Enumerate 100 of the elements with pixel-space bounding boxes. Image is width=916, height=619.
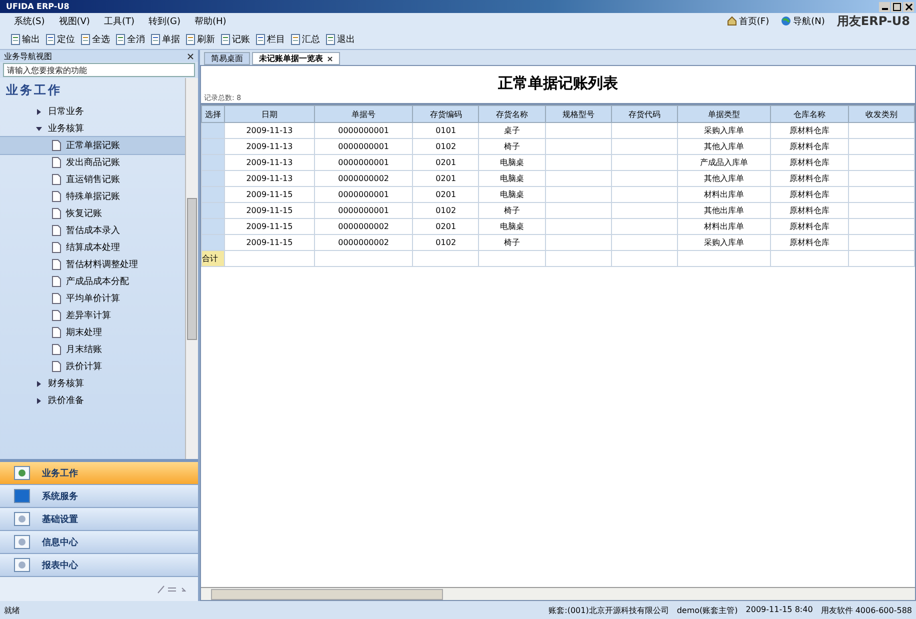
tree-item[interactable]: 日常业务 [0,103,185,120]
table-cell: 2009-11-13 [224,122,314,138]
table-cell: 材料出库单 [678,186,771,202]
module-icon [14,558,30,572]
nav-button[interactable]: 业务工作 [0,462,198,485]
nav-button[interactable]: 基础设置 [0,508,198,531]
tree-item[interactable]: 跌价计算 [0,358,185,375]
column-header[interactable]: 仓库名称 [770,106,848,122]
table-cell: 2009-11-15 [224,202,314,218]
tab[interactable]: 简易桌面 [204,52,250,65]
scrollbar[interactable] [185,78,198,459]
column-header[interactable]: 存货名称 [478,106,546,122]
tree-item[interactable]: 特殊单据记账 [0,188,185,205]
tree-item[interactable]: 财务核算 [0,375,185,392]
tree-item[interactable]: 暂估材料调整处理 [0,256,185,273]
document-icon [115,34,126,44]
column-header[interactable]: 存货编码 [412,106,479,122]
nav-button[interactable]: 信息中心 [0,531,198,554]
menu-item[interactable]: 系统(S) [14,14,45,28]
document-icon [52,276,61,287]
table-cell: 其他出库单 [678,202,771,218]
select-cell[interactable] [202,138,224,154]
document-icon [52,225,61,236]
document-icon [52,344,61,355]
configure-icon[interactable] [156,584,186,594]
table-cell: 2009-11-15 [224,186,314,202]
close-button[interactable] [903,2,914,12]
menu-item[interactable]: 帮助(H) [194,14,226,28]
toolbar-button[interactable]: 单据 [150,32,180,46]
navigation-link[interactable]: 导航(N) [781,14,825,28]
select-cell[interactable] [202,186,224,202]
document-icon [325,34,336,44]
search-field[interactable]: 请输入您要搜索的功能 [3,63,195,77]
table-cell: 原材料仓库 [770,202,848,218]
table-cell: 原材料仓库 [770,138,848,154]
select-cell[interactable] [202,218,224,234]
document-icon [80,34,91,44]
table-cell: 0201 [412,154,479,170]
tab[interactable]: 未记账单据一览表 [252,52,340,65]
tree-item[interactable]: 差异率计算 [0,307,185,324]
tree-item[interactable]: 产成品成本分配 [0,273,185,290]
toolbar-button[interactable]: 汇总 [290,32,320,46]
column-header[interactable]: 单据号 [314,106,413,122]
module-icon [14,466,30,480]
table-cell: 0000000002 [314,218,413,234]
menu-item[interactable]: 转到(G) [148,14,180,28]
tree-item[interactable]: 发出商品记账 [0,154,185,171]
toolbar-button[interactable]: 定位 [45,32,75,46]
tree-item[interactable]: 直运销售记账 [0,171,185,188]
toolbar-button[interactable]: 全选 [80,32,110,46]
tree-item[interactable]: 月末结账 [0,341,185,358]
column-header[interactable]: 存货代码 [612,106,678,122]
toolbar-button[interactable]: 记账 [220,32,250,46]
table-cell: 0000000001 [314,202,413,218]
toolbar-button[interactable]: 输出 [10,32,40,46]
select-cell[interactable] [202,234,224,250]
column-header[interactable]: 日期 [224,106,314,122]
table-cell: 桌子 [478,122,546,138]
close-icon[interactable] [187,52,194,60]
toolbar-button[interactable]: 刷新 [185,32,215,46]
document-icon [52,157,61,168]
close-icon[interactable] [327,56,333,62]
table-cell: 采购入库单 [678,234,771,250]
select-cell[interactable] [202,202,224,218]
maximize-icon [892,2,900,10]
panel-title: 业务导航视图 [4,50,52,62]
table-cell: 0000000001 [314,122,413,138]
tree-item[interactable]: 暂估成本录入 [0,222,185,239]
maximize-button[interactable] [891,2,902,12]
select-cell[interactable] [202,122,224,138]
tree-item[interactable]: 平均单价计算 [0,290,185,307]
home-link[interactable]: 首页(F) [726,14,770,28]
select-cell[interactable] [202,154,224,170]
column-header[interactable]: 规格型号 [545,106,612,122]
tree-item[interactable]: 业务核算 [0,120,185,137]
nav-button[interactable]: 报表中心 [0,554,198,577]
toolbar-button[interactable]: 栏目 [255,32,285,46]
column-header[interactable]: 选择 [202,106,224,122]
document-icon [10,34,21,44]
report-title: 正常单据记账列表 [497,73,619,93]
tree-item[interactable]: 跌价准备 [0,392,185,409]
document-icon [52,293,61,304]
toolbar-button[interactable]: 退出 [325,32,355,46]
tree-item[interactable]: 正常单据记账 [0,137,185,154]
tree-item[interactable]: 结算成本处理 [0,239,185,256]
column-header[interactable]: 收发类别 [848,106,914,122]
scrollbar[interactable] [201,587,915,600]
menu-item[interactable]: 视图(V) [58,14,90,28]
brand-logo: 用友ERP-U8 [836,12,910,30]
total-label: 合计 [202,250,224,266]
tree-item[interactable]: 恢复记账 [0,205,185,222]
minimize-button[interactable] [879,2,890,12]
document-icon [185,34,196,44]
toolbar-button[interactable]: 全消 [115,32,145,46]
column-header[interactable]: 单据类型 [678,106,771,122]
table-cell: 电脑桌 [478,170,546,186]
menu-item[interactable]: 工具(T) [104,14,134,28]
select-cell[interactable] [202,170,224,186]
nav-button[interactable]: 系统服务 [0,485,198,508]
tree-item[interactable]: 期末处理 [0,324,185,341]
